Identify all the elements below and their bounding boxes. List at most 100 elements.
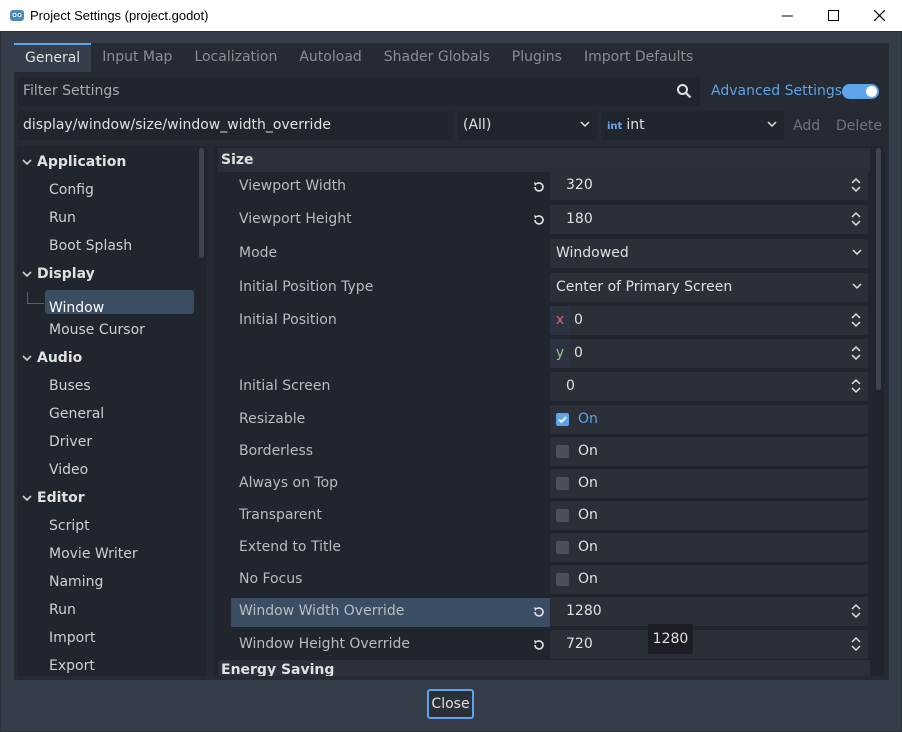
resizable-label: Resizable xyxy=(239,411,306,427)
tree-item-general[interactable]: General xyxy=(45,402,194,426)
delete-button[interactable]: Delete xyxy=(836,118,882,134)
revert-icon[interactable] xyxy=(532,213,546,227)
tree-item-driver[interactable]: Driver xyxy=(45,430,194,454)
tree-item-label: Naming xyxy=(49,574,104,590)
settings-tree: Application Config Run Boot Splash Display Wi… xyxy=(17,146,207,676)
tree-item-run[interactable]: Run xyxy=(45,598,194,622)
inspector-scrollbar[interactable] xyxy=(876,148,881,390)
tree-item-mouse-cursor[interactable]: Mouse Cursor xyxy=(45,318,194,342)
y-axis-label: y xyxy=(550,339,570,368)
always-on-top-checkbox[interactable] xyxy=(556,477,569,490)
initial-position-label: Initial Position xyxy=(239,312,337,328)
window-width-override-spinbox[interactable]: 1280 xyxy=(550,597,868,626)
tree-item-naming[interactable]: Naming xyxy=(45,570,194,594)
tree-item-label: Display xyxy=(37,266,95,282)
add-button[interactable]: Add xyxy=(793,118,820,134)
viewport-width-spinbox[interactable]: 320 xyxy=(550,171,868,200)
tree-connector xyxy=(27,303,44,304)
tab-input-map[interactable]: Input Map xyxy=(91,43,183,72)
close-button[interactable]: Close xyxy=(427,689,474,719)
tab-localization[interactable]: Localization xyxy=(183,43,288,72)
tree-item-movie-writer[interactable]: Movie Writer xyxy=(45,542,194,566)
advanced-settings-toggle[interactable] xyxy=(842,84,879,99)
resizable-checkbox[interactable] xyxy=(556,413,569,426)
tree-item-label: Audio xyxy=(37,350,83,366)
category-select[interactable]: (All) xyxy=(457,111,597,140)
spin-arrows-icon[interactable] xyxy=(851,177,861,193)
tree-item-boot-splash[interactable]: Boot Splash xyxy=(45,234,194,258)
chevron-down-icon xyxy=(852,249,862,256)
spin-arrows-icon[interactable] xyxy=(851,211,861,227)
spin-arrows-icon[interactable] xyxy=(851,603,861,619)
advanced-settings-label: Advanced Settings xyxy=(711,83,843,99)
tree-item-buses[interactable]: Buses xyxy=(45,374,194,398)
property-path-input[interactable]: display/window/size/window_width_overrid… xyxy=(17,111,453,140)
tree-item-application[interactable]: Application xyxy=(17,150,197,174)
window-height-override-value: 720 xyxy=(566,636,593,652)
mode-select[interactable]: Windowed xyxy=(550,239,868,268)
type-select-value: int xyxy=(626,117,645,133)
spin-arrows-icon[interactable] xyxy=(851,312,861,328)
chevron-down-icon xyxy=(852,283,862,290)
tree-scrollbar[interactable] xyxy=(199,148,204,258)
spin-arrows-icon[interactable] xyxy=(851,378,861,394)
tree-item-config[interactable]: Config xyxy=(45,178,194,202)
chevron-down-icon xyxy=(580,121,590,128)
spin-arrows-icon[interactable] xyxy=(851,345,861,361)
tree-item-label: Video xyxy=(49,462,89,478)
type-select[interactable]: int int xyxy=(601,111,784,140)
tree-item-editor[interactable]: Editor xyxy=(17,486,197,510)
tree-item-label: Movie Writer xyxy=(49,546,138,562)
tab-import-defaults[interactable]: Import Defaults xyxy=(573,43,704,72)
viewport-height-spinbox[interactable]: 180 xyxy=(550,205,868,234)
tree-item-run[interactable]: Run xyxy=(45,206,194,230)
tree-item-import[interactable]: Import xyxy=(45,626,194,650)
borderless-value: On xyxy=(578,443,598,459)
revert-icon[interactable] xyxy=(532,638,546,652)
initial-screen-label: Initial Screen xyxy=(239,378,331,394)
tree-item-label: Config xyxy=(49,182,94,198)
extend-to-title-checkbox[interactable] xyxy=(556,541,569,554)
tree-item-audio[interactable]: Audio xyxy=(17,346,197,370)
initial-position-x-spinbox[interactable]: 0 xyxy=(550,306,868,335)
tree-item-label: Mouse Cursor xyxy=(49,322,145,338)
spin-arrows-icon[interactable] xyxy=(851,636,861,652)
extend-to-title-value: On xyxy=(578,539,598,555)
window-title: Project Settings (project.godot) xyxy=(30,8,209,23)
chevron-down-icon xyxy=(22,495,32,502)
tab-plugins[interactable]: Plugins xyxy=(501,43,573,72)
minimize-icon xyxy=(781,15,793,17)
window-height-override-spinbox[interactable]: 720 xyxy=(550,630,868,659)
window-width-override-label[interactable]: Window Width Override xyxy=(239,603,404,619)
tree-item-label: Editor xyxy=(37,490,85,506)
tab-shader-globals[interactable]: Shader Globals xyxy=(373,43,501,72)
viewport-height-value: 180 xyxy=(566,211,593,227)
tree-item-display[interactable]: Display xyxy=(17,262,197,286)
revert-icon[interactable] xyxy=(532,605,546,619)
initial-position-type-select[interactable]: Center of Primary Screen xyxy=(550,273,868,302)
initial-position-y-spinbox[interactable]: 0 xyxy=(550,339,868,368)
transparent-checkbox[interactable] xyxy=(556,509,569,522)
tab-general[interactable]: General xyxy=(14,43,92,72)
section-energy-saving[interactable]: Energy Saving xyxy=(218,660,870,676)
revert-icon[interactable] xyxy=(532,180,546,194)
tab-autoload[interactable]: Autoload xyxy=(288,43,372,72)
chevron-down-icon xyxy=(22,271,32,278)
tree-item-window[interactable]: Window xyxy=(45,290,194,316)
minimize-button[interactable] xyxy=(764,0,810,31)
tree-item-video[interactable]: Video xyxy=(45,458,194,482)
filter-settings-input[interactable]: Filter Settings xyxy=(17,77,700,106)
tree-item-script[interactable]: Script xyxy=(45,514,194,538)
viewport-width-label: Viewport Width xyxy=(239,178,347,194)
maximize-button[interactable] xyxy=(810,0,856,31)
initial-screen-spinbox[interactable]: 0 xyxy=(550,372,868,401)
borderless-checkbox[interactable] xyxy=(556,445,569,458)
section-size[interactable]: Size xyxy=(218,148,870,172)
no-focus-checkbox[interactable] xyxy=(556,573,569,586)
chevron-down-icon xyxy=(22,355,32,362)
initial-position-x-value: 0 xyxy=(574,312,583,328)
close-window-button[interactable] xyxy=(856,0,902,31)
filter-placeholder: Filter Settings xyxy=(23,83,120,99)
check-icon xyxy=(558,416,567,424)
tree-item-export[interactable]: Export xyxy=(45,654,194,676)
